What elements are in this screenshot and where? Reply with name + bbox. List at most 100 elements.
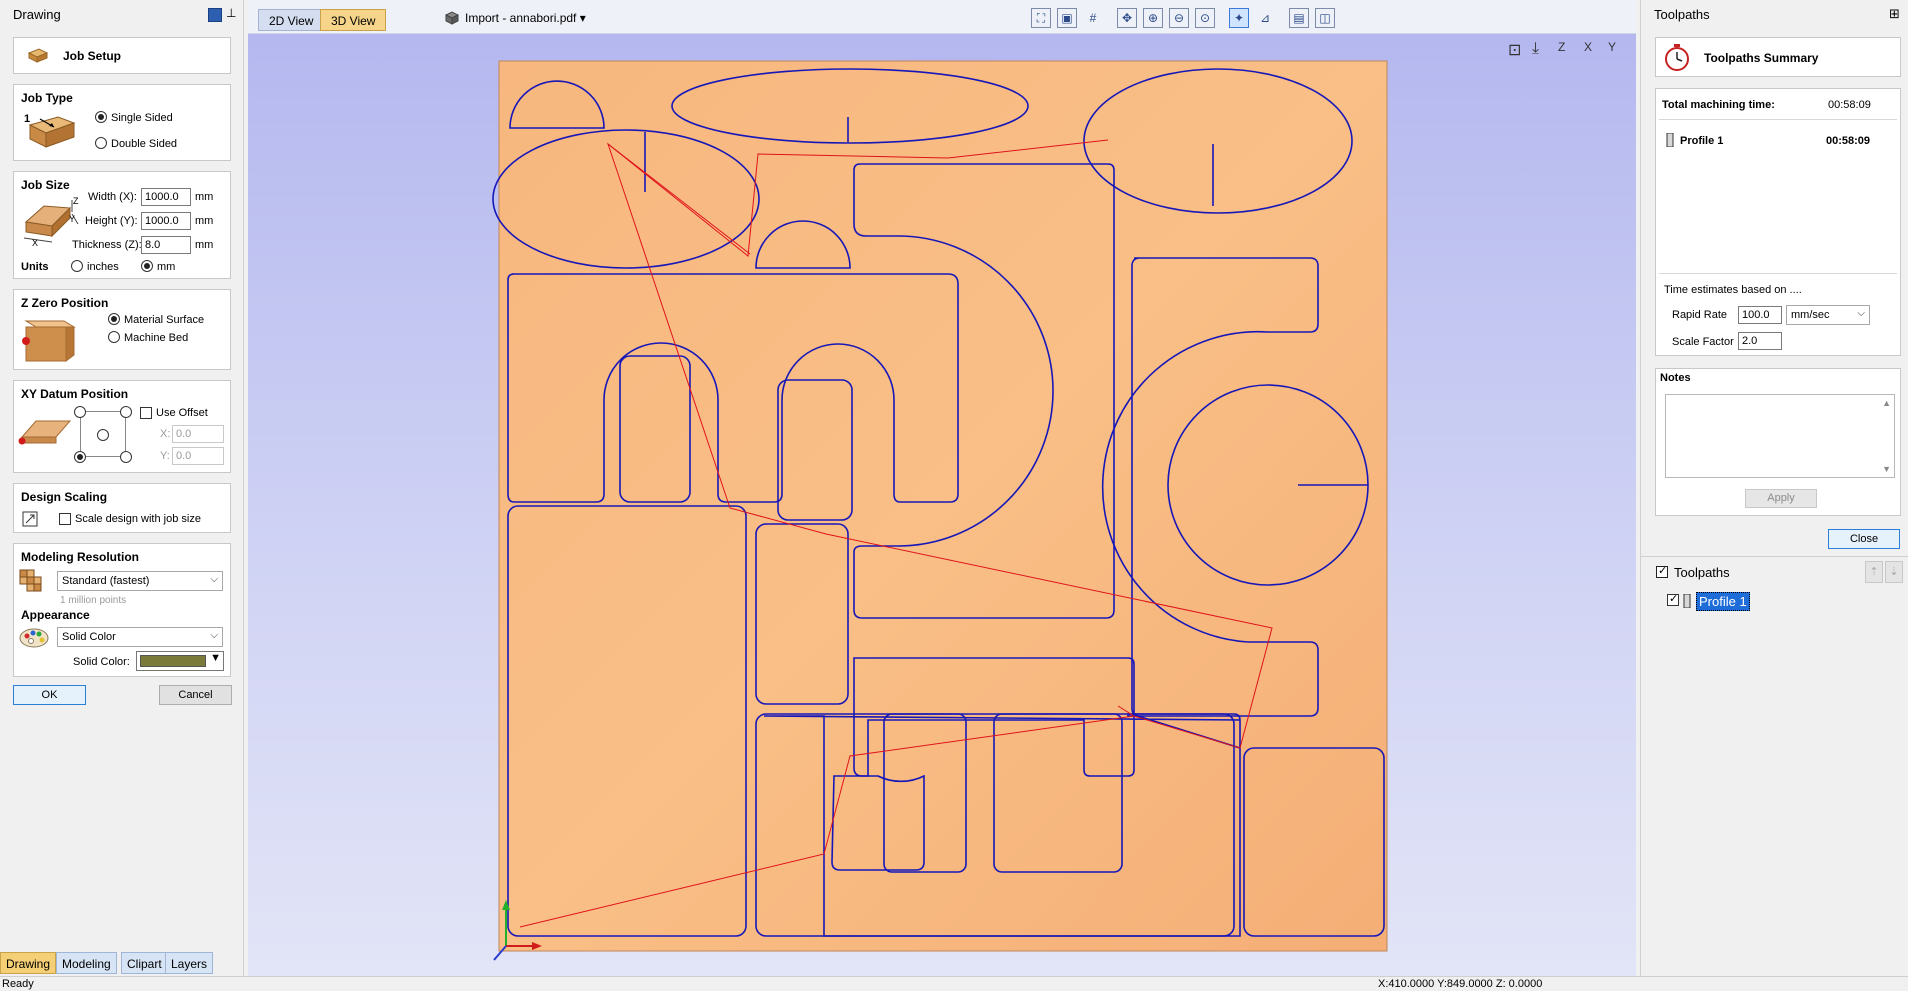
scale-design-checkbox[interactable] xyxy=(59,513,71,525)
grid-icon[interactable]: # xyxy=(1083,8,1103,28)
thickness-input[interactable]: 8.0 xyxy=(141,236,191,254)
tab-2d-view[interactable]: 2D View xyxy=(258,9,325,31)
width-input[interactable]: 1000.0 xyxy=(141,188,191,206)
notes-textarea[interactable]: ▲ ▼ xyxy=(1665,394,1895,478)
dropdown-arrow-icon: ▾ xyxy=(579,11,586,25)
light-icon[interactable]: ✦ xyxy=(1229,8,1249,28)
layout-2-icon[interactable]: ◫ xyxy=(1315,8,1335,28)
pin-icon[interactable] xyxy=(208,8,222,22)
material-preview[interactable] xyxy=(248,34,1636,976)
machine-bed-label: Machine Bed xyxy=(124,332,189,344)
height-unit: mm xyxy=(195,215,214,227)
offset-y-label: Y: xyxy=(160,450,170,462)
toolpath-item-label: Profile 1 xyxy=(1696,592,1750,611)
file-dropdown[interactable]: Import - annabori.pdf ▾ xyxy=(465,11,586,25)
job-type-group: Job Type 1 Single Sided Double Sided xyxy=(13,84,231,161)
total-time-label: Total machining time: xyxy=(1662,99,1775,111)
palette-icon xyxy=(19,628,49,648)
appearance-select[interactable]: Solid Color ⌵ xyxy=(57,627,223,647)
drawing-panel: Drawing ⊥ Job Setup Job Type 1 Single Si… xyxy=(0,0,244,976)
single-sided-icon xyxy=(28,116,76,148)
total-time-value: 00:58:09 xyxy=(1828,99,1871,111)
view-tab-bar: 2D View 3D View Import - annabori.pdf ▾ … xyxy=(248,0,1636,34)
rapid-unit-value: mm/sec xyxy=(1791,309,1830,321)
mm-radio[interactable] xyxy=(141,260,153,272)
datum-bottom-left-radio[interactable] xyxy=(74,451,86,463)
render-icon[interactable]: ⊿ xyxy=(1255,8,1275,28)
color-swatch xyxy=(140,655,206,667)
layout-1-icon[interactable]: ▤ xyxy=(1289,8,1309,28)
job-setup-header[interactable]: Job Setup xyxy=(13,37,231,74)
datum-top-right-radio[interactable] xyxy=(120,406,132,418)
chevron-down-icon: ⌵ xyxy=(1857,308,1865,319)
thickness-label: Thickness (Z): xyxy=(72,239,142,251)
double-sided-radio[interactable] xyxy=(95,137,107,149)
tab-layers[interactable]: Layers xyxy=(165,952,214,974)
panel-title: Drawing xyxy=(13,7,61,22)
single-sided-label: Single Sided xyxy=(111,112,173,124)
job-setup-label: Job Setup xyxy=(63,49,122,63)
ok-button[interactable]: OK xyxy=(13,685,86,705)
solid-color-label: Solid Color: xyxy=(73,656,130,668)
close-button[interactable]: Close xyxy=(1828,529,1900,549)
profile-time: 00:58:09 xyxy=(1826,135,1871,147)
scale-design-label: Scale design with job size xyxy=(75,513,201,525)
design-scaling-title: Design Scaling xyxy=(21,490,108,504)
close-panel-icon[interactable]: ⊥ xyxy=(226,6,236,20)
use-offset-checkbox[interactable] xyxy=(140,407,152,419)
scale-factor-input[interactable]: 2.0 xyxy=(1738,332,1782,350)
solid-color-picker[interactable]: ▼ xyxy=(136,651,224,671)
summary-divider xyxy=(1659,119,1897,120)
apply-button[interactable]: Apply xyxy=(1745,489,1817,508)
job-type-title: Job Type xyxy=(21,91,73,105)
3d-viewport[interactable]: ⊡ ⤓ Z X Y xyxy=(248,34,1636,976)
toolpath-item[interactable]: ✓ Profile 1 xyxy=(1655,592,1905,611)
tab-3d-view[interactable]: 3D View xyxy=(320,9,387,31)
datum-top-left-radio[interactable] xyxy=(74,406,86,418)
status-text: Ready xyxy=(2,978,34,990)
zoom-in-icon[interactable]: ⊕ xyxy=(1143,8,1163,28)
tab-drawing[interactable]: Drawing xyxy=(0,952,57,974)
appearance-title: Appearance xyxy=(21,608,90,622)
inches-radio[interactable] xyxy=(71,260,83,272)
datum-center-radio[interactable] xyxy=(97,429,109,441)
offset-x-input[interactable]: 0.0 xyxy=(172,425,224,443)
tab-clipart[interactable]: Clipart xyxy=(121,952,168,974)
notes-scroll-up-icon[interactable]: ▲ xyxy=(1882,398,1891,408)
color-dropdown-icon: ▼ xyxy=(210,652,221,664)
single-sided-radio[interactable] xyxy=(95,111,107,123)
notes-scroll-down-icon[interactable]: ▼ xyxy=(1882,464,1891,474)
z-zero-group: Z Zero Position Material Surface Machine… xyxy=(13,289,231,370)
height-input[interactable]: 1000.0 xyxy=(141,212,191,230)
datum-bottom-right-radio[interactable] xyxy=(120,451,132,463)
pin-icon[interactable]: ⊞ xyxy=(1889,6,1900,22)
material-surface-radio[interactable] xyxy=(108,313,120,325)
z-zero-title: Z Zero Position xyxy=(21,296,109,310)
summary-content: Total machining time: 00:58:09 Profile 1… xyxy=(1655,88,1901,356)
resolution-icon xyxy=(19,569,42,592)
z-zero-icon xyxy=(22,320,76,362)
toolpath-item-checkbox[interactable]: ✓ xyxy=(1667,593,1679,606)
rapid-unit-select[interactable]: mm/sec ⌵ xyxy=(1786,305,1870,325)
zoom-extents-icon[interactable]: ⛶ xyxy=(1031,8,1051,28)
tab-modeling[interactable]: Modeling xyxy=(56,952,117,974)
toolpaths-list-title: Toolpaths xyxy=(1674,565,1730,580)
zoom-box-icon[interactable]: ▣ xyxy=(1057,8,1077,28)
toolpaths-list-header: ✓ Toolpaths ⇡ ⇣ xyxy=(1641,556,1908,586)
toolpaths-all-checkbox[interactable]: ✓ xyxy=(1656,565,1668,578)
move-up-icon[interactable]: ⇡ xyxy=(1865,561,1883,583)
double-sided-label: Double Sided xyxy=(111,138,178,150)
zoom-selected-icon[interactable]: ⊙ xyxy=(1195,8,1215,28)
offset-y-input[interactable]: 0.0 xyxy=(172,447,224,465)
machine-bed-radio[interactable] xyxy=(108,331,120,343)
rapid-rate-input[interactable]: 100.0 xyxy=(1738,306,1782,324)
clock-icon xyxy=(1665,44,1689,71)
scale-icon xyxy=(22,511,38,527)
cursor-coordinates: X:410.0000 Y:849.0000 Z: 0.0000 xyxy=(1378,978,1543,990)
cancel-button[interactable]: Cancel xyxy=(159,685,232,705)
resolution-select[interactable]: Standard (fastest) ⌵ xyxy=(57,571,223,591)
pan-icon[interactable]: ✥ xyxy=(1117,8,1137,28)
move-down-icon[interactable]: ⇣ xyxy=(1885,561,1903,583)
modeling-resolution-title: Modeling Resolution xyxy=(21,550,139,564)
zoom-out-icon[interactable]: ⊖ xyxy=(1169,8,1189,28)
